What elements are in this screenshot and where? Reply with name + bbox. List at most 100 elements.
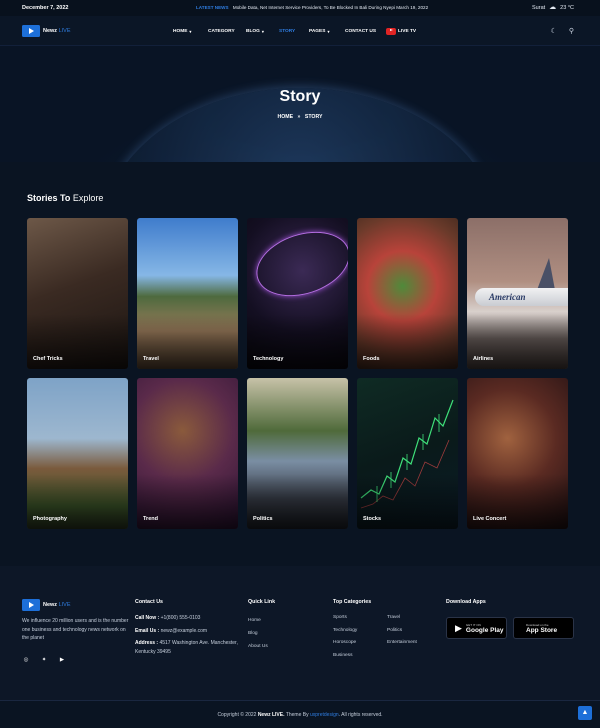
- story-card-live-concert[interactable]: Live Concert: [467, 378, 568, 529]
- nav-item-category[interactable]: CATEGORY: [208, 29, 235, 34]
- page-title: Story: [279, 88, 321, 105]
- nav-item-label: BLOG: [246, 28, 260, 34]
- address-label: Address :: [135, 640, 159, 647]
- store-big-text: Google Play: [465, 626, 504, 634]
- logo-play-icon: [22, 599, 40, 611]
- footer-top-categories: Top Categories Sports Travel Technology …: [333, 599, 443, 660]
- category-link[interactable]: Entertainment: [387, 639, 441, 648]
- category-link[interactable]: Politics: [387, 627, 441, 636]
- app-store-button[interactable]: Download on the App Store: [513, 617, 574, 639]
- main-navigation: Newz LIVE HOME ▾ CATEGORY BLOG ▾ STORY P…: [0, 16, 600, 46]
- ticker-text[interactable]: Mobile Data, Net Internet Service Provid…: [233, 5, 428, 10]
- footer-logo[interactable]: Newz LIVE: [22, 599, 132, 611]
- email-address[interactable]: newz@example.com: [161, 628, 207, 634]
- heading-light: Explore: [72, 193, 104, 203]
- site-logo[interactable]: Newz LIVE: [22, 24, 71, 37]
- glow-ring-image: [248, 220, 348, 308]
- category-link[interactable]: Horoscope: [333, 639, 387, 648]
- breadcrumb-separator: »: [297, 114, 301, 120]
- arrow-up-icon: ▲: [581, 709, 589, 716]
- logo-name: Newz: [43, 602, 58, 608]
- story-card-label: Chef Tricks: [33, 356, 63, 362]
- footer-quick-link-title: Quick Link: [248, 599, 276, 605]
- google-play-icon: ▶: [455, 622, 462, 633]
- footer-apps-title: Download Apps: [446, 599, 486, 605]
- dark-mode-icon[interactable]: ☾: [551, 27, 557, 35]
- footer-link-blog[interactable]: Blog: [248, 627, 318, 640]
- heading-bold: Stories To: [27, 193, 71, 203]
- logo-name: Newz: [43, 27, 58, 34]
- plane-tail-image: [537, 258, 555, 290]
- chevron-down-icon: ▾: [327, 28, 330, 34]
- category-link[interactable]: Sports: [333, 614, 387, 623]
- story-card-label: Live Concert: [473, 516, 507, 522]
- google-play-button[interactable]: ▶ GET IT ON Google Play: [446, 617, 507, 639]
- story-card-foods[interactable]: Foods: [357, 218, 458, 369]
- story-card-trend[interactable]: Trend: [137, 378, 238, 529]
- story-card-airlines[interactable]: American Airlines: [467, 218, 568, 369]
- nav-item-contact[interactable]: CONTACT US: [345, 29, 376, 34]
- nav-item-label: LIVE TV: [398, 28, 417, 34]
- story-card-photography[interactable]: Photography: [27, 378, 128, 529]
- footer-contact-title: Contact Us: [135, 599, 163, 605]
- story-card-label: Technology: [253, 356, 284, 362]
- category-link[interactable]: Technology: [333, 627, 387, 636]
- story-card-label: Airlines: [473, 356, 494, 362]
- category-link[interactable]: Travel: [387, 614, 441, 623]
- story-card-label: Travel: [143, 356, 159, 362]
- story-card-travel[interactable]: Travel: [137, 218, 238, 369]
- footer-categories-title: Top Categories: [333, 599, 372, 605]
- airline-logo-text: American: [489, 292, 526, 302]
- page-hero: Story HOME » STORY: [0, 46, 600, 162]
- social-links: ◎ ✦ ▶: [22, 657, 132, 663]
- story-card-chef-tricks[interactable]: Chef Tricks: [27, 218, 128, 369]
- phone-number[interactable]: +1(800) 555-0103: [161, 615, 201, 621]
- story-card-label: Politics: [253, 516, 273, 522]
- nav-item-story[interactable]: STORY: [279, 29, 295, 34]
- weather-city: Surat: [532, 5, 546, 11]
- breadcrumb-home[interactable]: HOME: [278, 114, 294, 120]
- footer-link-about[interactable]: About Us: [248, 640, 318, 653]
- story-card-stocks[interactable]: Stocks: [357, 378, 458, 529]
- logo-live: LIVE: [58, 602, 71, 608]
- weather-temperature: 23 °C: [560, 5, 574, 11]
- story-card-label: Stocks: [363, 516, 382, 522]
- news-ticker[interactable]: LATEST NEWS Mobile Data, Net Internet Se…: [196, 0, 428, 16]
- nav-tools: ☾ ⚲: [551, 16, 574, 46]
- youtube-icon: [386, 27, 396, 35]
- instagram-icon[interactable]: ◎: [22, 657, 30, 663]
- copyright-bar: Copyright © 2022 Newz LIVE. Theme By uxp…: [0, 700, 600, 728]
- story-card-label: Photography: [33, 516, 67, 522]
- footer-about: Newz LIVE We influence 20 million users …: [22, 599, 132, 663]
- search-icon[interactable]: ⚲: [569, 27, 574, 35]
- breadcrumb: HOME » STORY: [0, 114, 600, 120]
- ticker-tag: LATEST NEWS: [196, 5, 229, 10]
- phone-label: Call Now :: [135, 615, 160, 621]
- story-card-label: Trend: [143, 516, 158, 522]
- copyright-brand: Newz LIVE.: [257, 712, 285, 718]
- back-to-top-button[interactable]: ▲: [578, 706, 592, 720]
- nav-item-blog[interactable]: BLOG ▾: [246, 29, 264, 34]
- footer-download-apps: Download Apps: [446, 599, 586, 614]
- site-footer: Newz LIVE We influence 20 million users …: [0, 566, 600, 700]
- logo-live: LIVE: [58, 27, 71, 34]
- weather-widget: Surat ☁ 23 °C: [532, 0, 574, 16]
- nav-item-label: HOME: [173, 28, 188, 34]
- story-card-politics[interactable]: Politics: [247, 378, 348, 529]
- nav-item-pages[interactable]: PAGES ▾: [309, 29, 329, 34]
- logo-play-icon: [22, 24, 40, 37]
- theme-author-link[interactable]: uxpretdesign: [310, 712, 339, 718]
- nav-item-home[interactable]: HOME ▾: [173, 29, 191, 34]
- store-big-text: App Store: [526, 626, 558, 634]
- section-heading: Stories To Explore: [27, 193, 103, 203]
- current-date: December 7, 2022: [22, 5, 69, 11]
- category-link[interactable]: Business: [333, 652, 387, 661]
- footer-link-home[interactable]: Home: [248, 614, 318, 627]
- nav-item-label: CONTACT US: [345, 28, 377, 34]
- nav-item-live-tv[interactable]: LIVE TV: [386, 27, 417, 35]
- airplane-image: American: [475, 288, 568, 306]
- copyright-text: Copyright © 2022 Newz LIVE. Theme By uxp…: [217, 712, 383, 718]
- twitter-icon[interactable]: ✦: [40, 657, 48, 663]
- youtube-icon[interactable]: ▶: [58, 657, 66, 663]
- story-card-technology[interactable]: Technology: [247, 218, 348, 369]
